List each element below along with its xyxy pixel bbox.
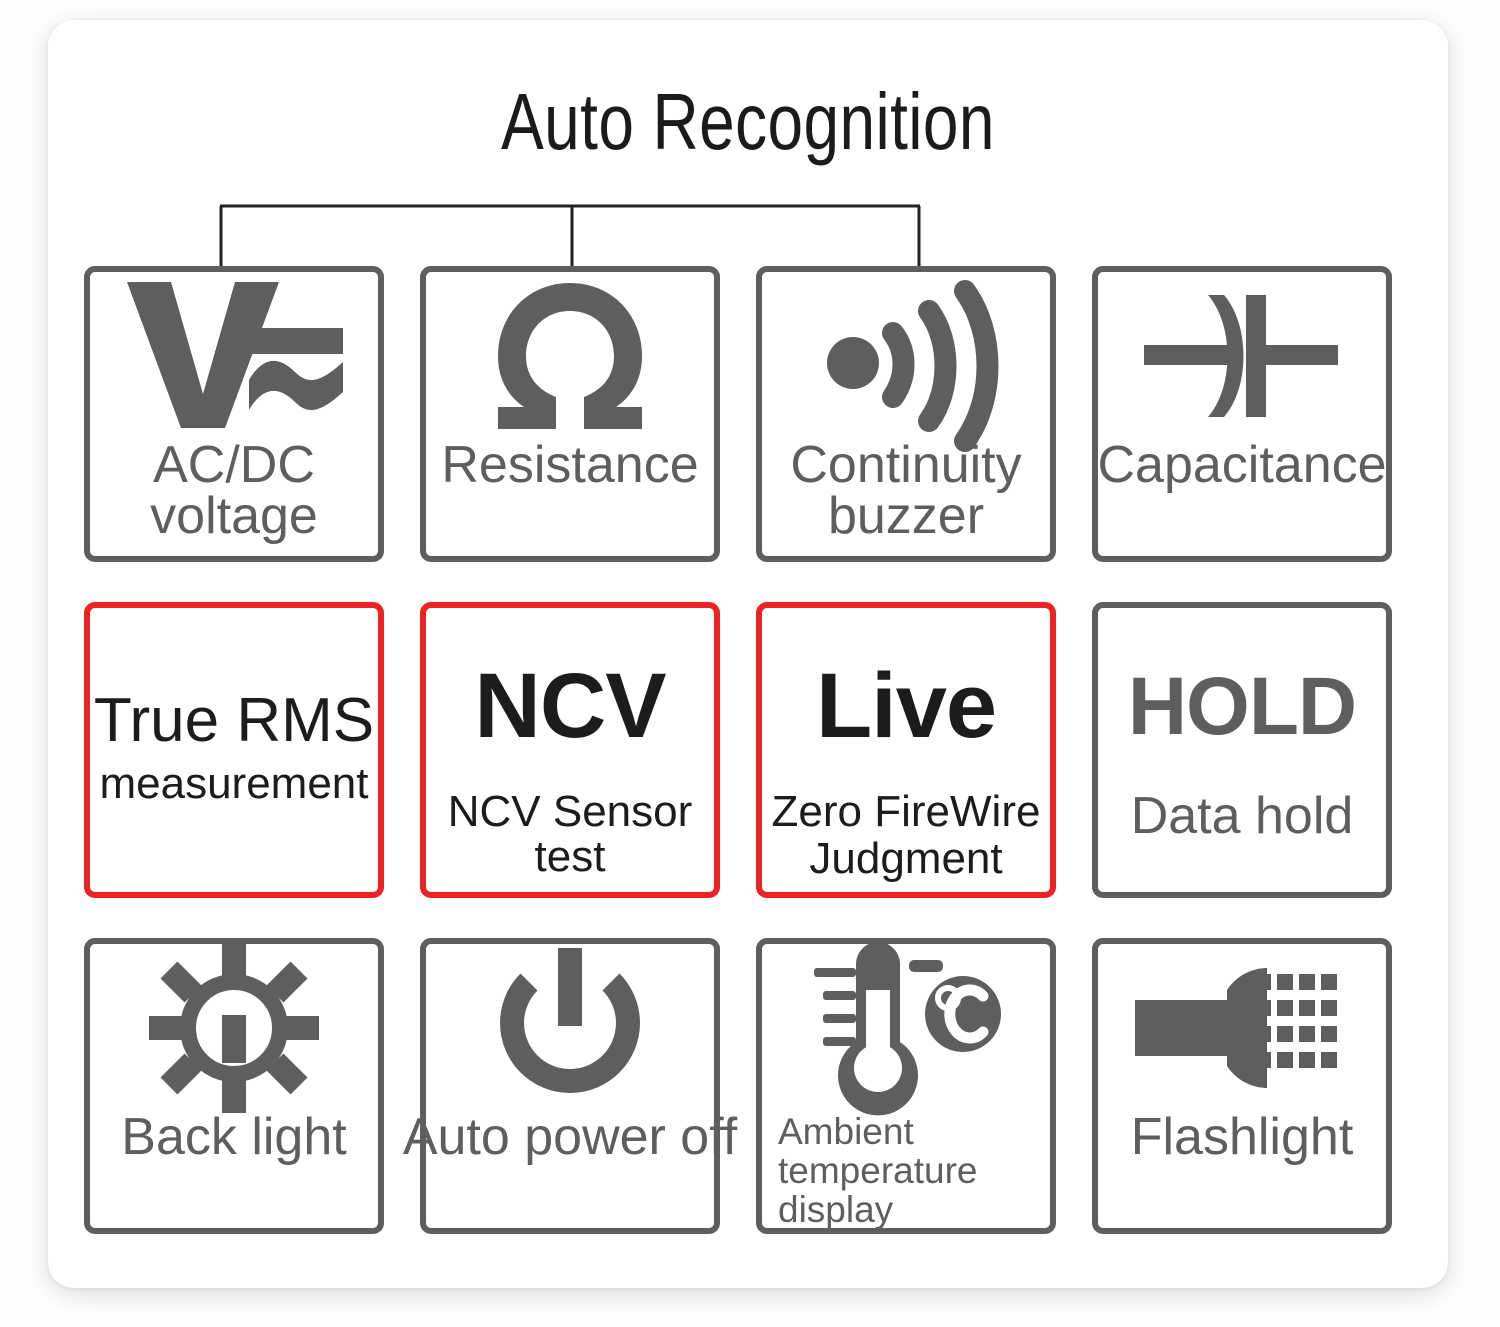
feature-label-line1: Back light: [121, 1108, 347, 1166]
feature-card-ambient-temperature[interactable]: Ambient temperature display: [756, 938, 1056, 1234]
feature-label-line1: AC/DC: [153, 436, 315, 494]
feature-label-line1: Capacitance: [1097, 436, 1387, 494]
feature-label-line1: Flashlight: [1130, 1108, 1354, 1166]
feature-label-line1: Resistance: [441, 436, 699, 494]
feature-title-true-rms: True RMS: [93, 686, 375, 755]
feature-panel: Auto Recognition AC/DC voltage Resistanc…: [48, 20, 1448, 1288]
feature-card-capacitance[interactable]: Capacitance: [1092, 266, 1392, 562]
feature-title-ncv: NCV: [474, 655, 666, 757]
feature-sub-ncv: NCV Sensor test: [447, 787, 693, 881]
feature-card-ac-dc-voltage[interactable]: AC/DC voltage: [84, 266, 384, 562]
feature-sub-true-rms: measurement: [99, 759, 369, 808]
feature-label-line1: Ambient temperature: [778, 1111, 978, 1192]
brightness-sun-icon: [90, 943, 378, 1113]
card-labels: AC/DC voltage: [90, 436, 378, 556]
feature-sub-live-line2: Judgment: [809, 833, 1003, 883]
capacitor-icon: [1098, 272, 1386, 440]
card-labels: Capacitance: [1097, 436, 1387, 556]
feature-label-line2: display: [778, 1189, 894, 1231]
page-title: Auto Recognition: [501, 77, 995, 166]
power-icon: [426, 944, 714, 1112]
omega-resistance-icon: [426, 272, 714, 440]
sound-wave-icon: [762, 272, 1050, 452]
flashlight-icon: [1098, 944, 1386, 1112]
feature-card-hold[interactable]: HOLD Data hold: [1092, 602, 1392, 898]
feature-sub-live-line1: Zero FireWire: [771, 787, 1041, 836]
feature-card-continuity-buzzer[interactable]: Continuity buzzer: [756, 266, 1056, 562]
thermometer-celsius-icon: [762, 941, 1050, 1115]
feature-grid: AC/DC voltage Resistance Continuity buzz…: [84, 266, 1420, 1234]
feature-title-hold: HOLD: [1127, 661, 1357, 752]
card-labels: Auto power off: [403, 1111, 737, 1228]
feature-label-line2: buzzer: [827, 486, 985, 545]
feature-card-true-rms[interactable]: True RMS measurement: [84, 602, 384, 898]
feature-card-back-light[interactable]: Back light: [84, 938, 384, 1234]
feature-card-live[interactable]: Live Zero FireWire Judgment: [756, 602, 1056, 898]
feature-sub-hold: Data hold: [1130, 787, 1354, 845]
feature-label-line1: Auto power off: [402, 1108, 738, 1166]
feature-card-auto-power-off[interactable]: Auto power off: [403, 938, 737, 1234]
card-labels: Ambient temperature display: [762, 1112, 1050, 1230]
feature-card-ncv[interactable]: NCV NCV Sensor test: [420, 602, 720, 898]
card-labels: Continuity buzzer: [762, 436, 1050, 556]
feature-title-live: Live: [815, 655, 997, 757]
card-labels: Flashlight: [1098, 1108, 1386, 1228]
feature-card-flashlight[interactable]: Flashlight: [1092, 938, 1392, 1234]
card-labels: Back light: [90, 1108, 378, 1228]
feature-card-resistance[interactable]: Resistance: [420, 266, 720, 562]
page-root: Auto Recognition AC/DC voltage Resistanc…: [0, 0, 1500, 1327]
feature-label-line2: voltage: [150, 486, 318, 545]
voltage-ac-dc-icon: [90, 272, 378, 440]
feature-label-line1: Continuity: [790, 436, 1022, 494]
card-labels: Resistance: [426, 436, 714, 556]
